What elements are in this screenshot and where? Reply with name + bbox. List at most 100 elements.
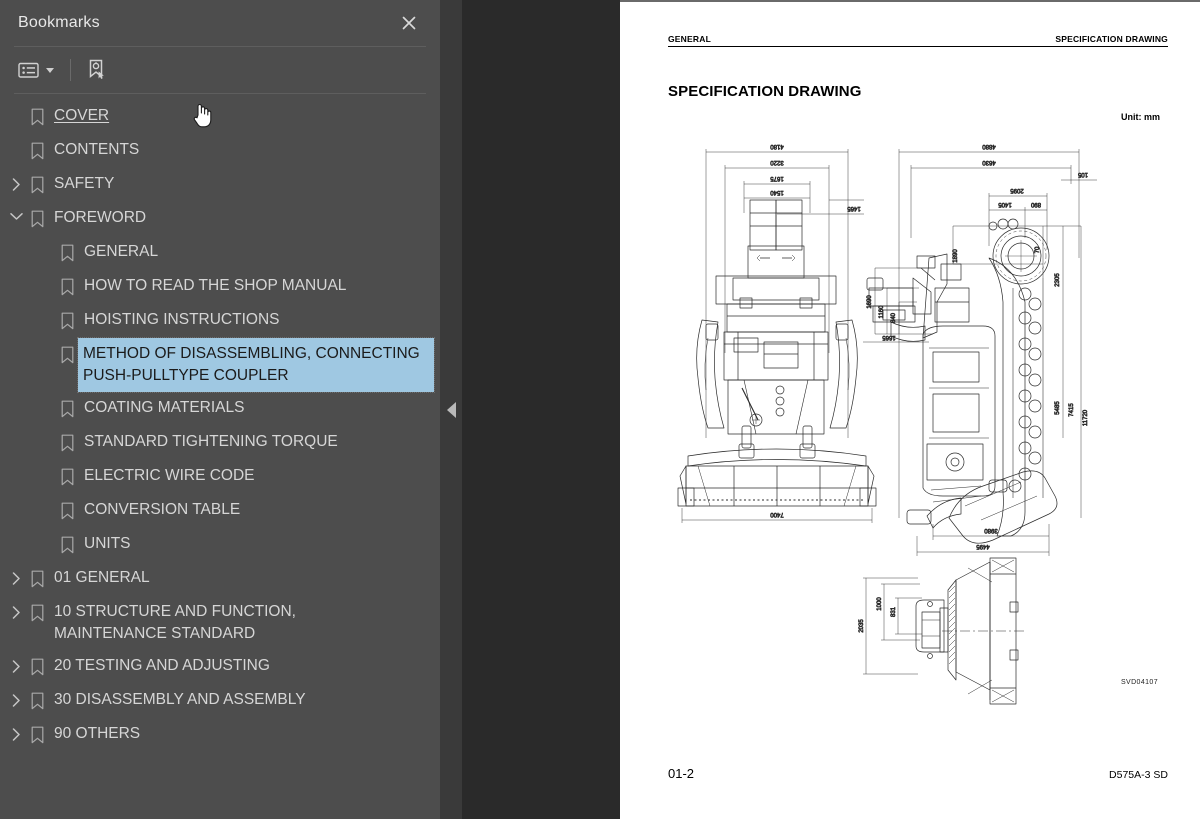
bookmark-icon <box>26 100 48 126</box>
bookmark-item[interactable]: COATING MATERIALS <box>0 392 440 426</box>
bookmarks-toolbar <box>0 47 440 93</box>
bookmark-item[interactable]: 20 TESTING AND ADJUSTING <box>0 650 440 684</box>
twisty-placeholder <box>36 236 56 246</box>
document-viewer: GENERAL SPECIFICATION DRAWING SPECIFICAT… <box>462 0 1200 819</box>
svg-text:1540: 1540 <box>770 189 784 195</box>
new-bookmark-icon[interactable] <box>85 56 109 84</box>
chevron-right-icon[interactable] <box>6 718 26 741</box>
running-head: GENERAL SPECIFICATION DRAWING <box>668 34 1168 47</box>
bookmarks-panel-header: Bookmarks <box>0 0 440 46</box>
svg-text:4880: 4880 <box>982 143 996 149</box>
svg-text:3980: 3980 <box>984 527 998 533</box>
bookmark-label: 30 DISASSEMBLY AND ASSEMBLY <box>54 691 306 708</box>
twisty-placeholder <box>36 528 56 538</box>
bookmark-label: 90 OTHERS <box>54 725 141 742</box>
bookmark-item[interactable]: 01 GENERAL <box>0 562 440 596</box>
svg-text:890: 890 <box>1030 201 1041 207</box>
svg-text:1160: 1160 <box>879 305 885 319</box>
bookmark-item[interactable]: CONVERSION TABLE <box>0 494 440 528</box>
bookmark-item[interactable]: 30 DISASSEMBLY AND ASSEMBLY <box>0 684 440 718</box>
svg-text:1690: 1690 <box>867 295 873 309</box>
bookmark-item[interactable]: HOW TO READ THE SHOP MANUAL <box>0 270 440 304</box>
svg-text:5485: 5485 <box>1055 401 1061 415</box>
bookmark-item[interactable]: CONTENTS <box>0 134 440 168</box>
bookmark-label: CONTENTS <box>54 141 140 158</box>
bookmark-label: 20 TESTING AND ADJUSTING <box>54 657 270 674</box>
collapse-left-arrow-icon[interactable] <box>440 0 462 819</box>
svg-text:4495: 4495 <box>976 543 990 549</box>
bookmark-item[interactable]: GENERAL <box>0 236 440 270</box>
twisty-placeholder <box>36 338 56 348</box>
bookmark-label: 10 STRUCTURE AND FUNCTION, MAINTENANCE S… <box>54 603 301 642</box>
bookmarks-panel: Bookmarks COVER CONTENTS SAFETY FOREWORD… <box>0 0 440 819</box>
bookmark-item[interactable]: FOREWORD <box>0 202 440 236</box>
svg-text:1465: 1465 <box>847 205 861 211</box>
bookmark-icon <box>26 684 48 710</box>
bookmark-item[interactable]: COVER <box>0 100 440 134</box>
twisty-placeholder <box>36 426 56 436</box>
bookmark-item[interactable]: SAFETY <box>0 168 440 202</box>
running-head-left: GENERAL <box>668 34 711 44</box>
bookmark-icon <box>26 650 48 676</box>
svg-text:7415: 7415 <box>1069 403 1075 417</box>
bookmark-icon <box>26 718 48 744</box>
bookmark-item[interactable]: 90 OTHERS <box>0 718 440 752</box>
svg-text:840: 840 <box>891 312 897 323</box>
bookmark-label: CONVERSION TABLE <box>84 501 241 518</box>
page-title: SPECIFICATION DRAWING <box>668 83 862 100</box>
chevron-right-icon[interactable] <box>6 596 26 619</box>
bulldozer-technical-drawing: 4180 3220 1675 1540 1465 7400 4880 4630 … <box>677 143 1097 705</box>
bookmark-label: METHOD OF DISASSEMBLING, CONNECTING PUSH… <box>77 337 435 393</box>
chevron-right-icon[interactable] <box>6 562 26 585</box>
twisty-placeholder <box>36 392 56 402</box>
bookmark-icon <box>56 460 78 486</box>
bookmark-item[interactable]: UNITS <box>0 528 440 562</box>
bookmark-icon <box>56 528 78 554</box>
bookmark-icon <box>56 338 78 364</box>
bookmark-label: GENERAL <box>84 243 159 260</box>
unit-note: Unit: mm <box>1121 112 1160 122</box>
model-code: D575A-3 SD <box>1109 769 1168 781</box>
specification-drawing-figure: 4180 3220 1675 1540 1465 7400 4880 4630 … <box>668 128 1168 748</box>
bookmark-label: COATING MATERIALS <box>84 399 245 416</box>
svg-text:831: 831 <box>891 606 897 617</box>
chevron-down-icon <box>46 67 54 73</box>
twisty-placeholder <box>6 134 26 144</box>
twisty-placeholder <box>6 100 26 110</box>
svg-text:3220: 3220 <box>770 159 784 165</box>
page-footer: 01-2 D575A-3 SD <box>668 766 1168 781</box>
bookmark-item[interactable]: ELECTRIC WIRE CODE <box>0 460 440 494</box>
bookmark-tree[interactable]: COVER CONTENTS SAFETY FOREWORD GENERAL HOW TO… <box>0 94 440 819</box>
svg-text:1890: 1890 <box>953 249 959 263</box>
list-options-icon[interactable] <box>16 56 58 84</box>
bookmark-icon <box>26 134 48 160</box>
bookmark-label: 01 GENERAL <box>54 569 150 586</box>
chevron-right-icon[interactable] <box>6 650 26 673</box>
bookmark-item[interactable]: METHOD OF DISASSEMBLING, CONNECTING PUSH… <box>0 337 440 393</box>
chevron-right-icon[interactable] <box>6 168 26 191</box>
bookmark-icon <box>56 494 78 520</box>
bookmark-icon <box>56 270 78 296</box>
panel-splitter[interactable] <box>440 0 462 819</box>
pdf-page: GENERAL SPECIFICATION DRAWING SPECIFICAT… <box>620 0 1200 819</box>
bookmark-item[interactable]: STANDARD TIGHTENING TORQUE <box>0 426 440 460</box>
svg-text:11720: 11720 <box>1083 409 1089 426</box>
bookmark-item[interactable]: 10 STRUCTURE AND FUNCTION, MAINTENANCE S… <box>0 596 440 650</box>
svg-text:1675: 1675 <box>770 175 784 181</box>
bookmark-icon <box>26 168 48 194</box>
bookmark-icon <box>56 392 78 418</box>
bookmark-icon <box>26 596 48 622</box>
page-number: 01-2 <box>668 766 695 781</box>
panel-title: Bookmarks <box>18 14 100 31</box>
svg-text:2095: 2095 <box>1010 187 1024 193</box>
svg-text:2035: 2035 <box>859 619 865 633</box>
bookmark-label: SAFETY <box>54 175 115 192</box>
twisty-placeholder <box>36 270 56 280</box>
close-icon[interactable] <box>392 6 426 40</box>
bookmark-item[interactable]: HOISTING INSTRUCTIONS <box>0 304 440 338</box>
svg-text:1000: 1000 <box>877 597 883 611</box>
twisty-placeholder <box>36 460 56 470</box>
chevron-down-icon[interactable] <box>6 202 26 221</box>
chevron-right-icon[interactable] <box>6 684 26 707</box>
bookmark-label: FOREWORD <box>54 209 147 226</box>
